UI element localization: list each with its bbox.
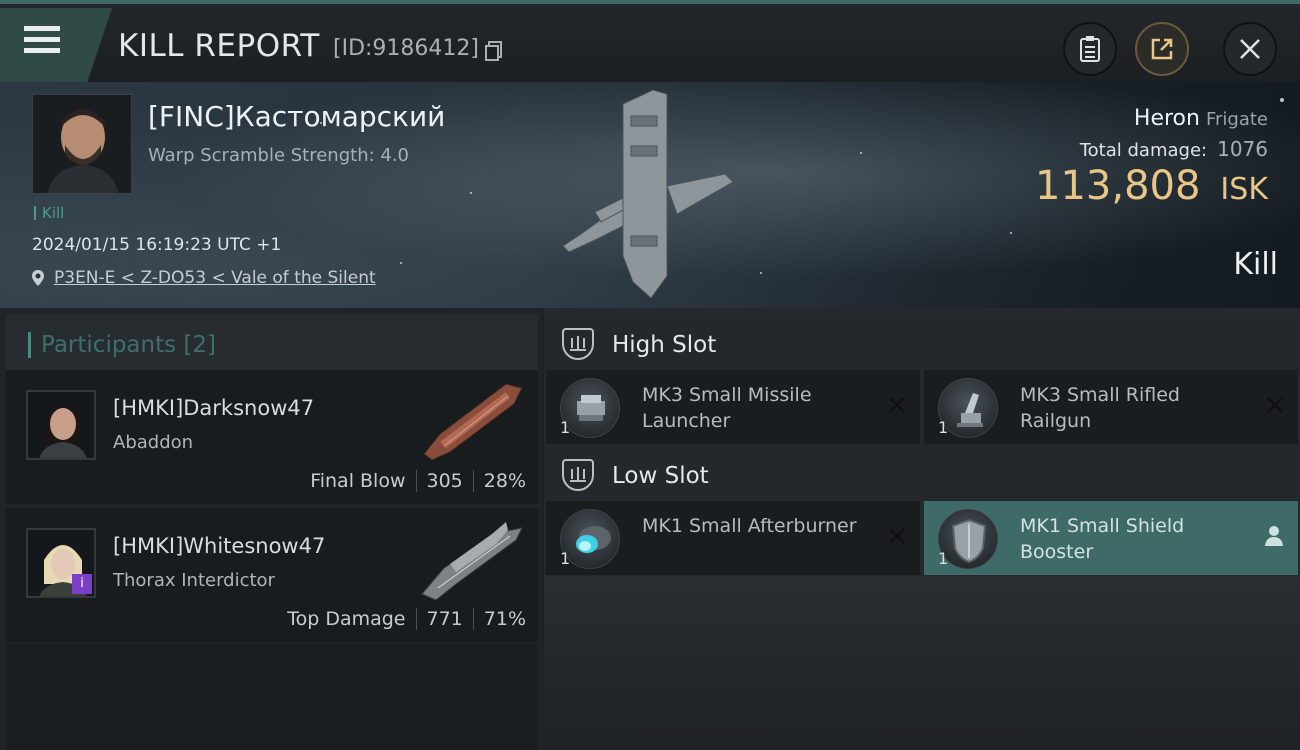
- warp-scramble-strength: Warp Scramble Strength: 4.0: [148, 145, 410, 166]
- module-count: 1: [938, 418, 949, 437]
- share-button[interactable]: [1135, 22, 1189, 76]
- participant-damage: 771: [426, 608, 463, 630]
- clipboard-icon: [1080, 36, 1100, 62]
- isk-value: 113,808: [1035, 163, 1201, 209]
- destroyed-x-icon: [889, 528, 905, 544]
- high-slot-header: High Slot: [544, 314, 1300, 370]
- module-name: MK3 Small Rifled Railgun: [1020, 384, 1180, 432]
- participant-stats: Top Damage 771 71%: [287, 608, 526, 630]
- kill-location-link[interactable]: P3EN-E < Z-DO53 < Vale of the Silent: [54, 268, 376, 288]
- fitting-empty-area: [544, 576, 1300, 750]
- module-count: 1: [560, 418, 571, 437]
- destroyed-x-icon: [889, 397, 905, 413]
- participant-name[interactable]: [HMKI]Whitesnow47: [113, 534, 325, 558]
- participants-header: Participants [2]: [6, 314, 538, 370]
- participant-row[interactable]: [HMKI]Darksnow47 Abaddon Final Blow 305 …: [6, 370, 538, 504]
- total-damage-value: 1076: [1217, 137, 1268, 161]
- participant-ship-image[interactable]: [410, 376, 530, 466]
- page-title: KILL REPORT: [118, 28, 320, 64]
- module-count: 1: [560, 549, 571, 568]
- module-name: MK1 Small Shield Booster: [1020, 515, 1185, 563]
- total-damage-label: Total damage:: [1079, 140, 1208, 161]
- module-slot[interactable]: 1 MK3 Small Rifled Railgun: [924, 370, 1298, 444]
- location-pin-icon: [32, 270, 44, 286]
- participant-role: Top Damage: [287, 608, 406, 630]
- fitting-panel: High Slot 1 MK3 Small Missile Launcher 1…: [544, 308, 1300, 750]
- participant-row[interactable]: i [HMKI]Whitesnow47 Thorax Interdictor T…: [6, 508, 538, 642]
- module-slot-selected[interactable]: 1 MK1 Small Shield Booster: [924, 501, 1298, 575]
- participant-ship: Abaddon: [113, 432, 194, 453]
- ship-class: Frigate: [1205, 109, 1268, 130]
- participant-ship: Thorax Interdictor: [113, 570, 275, 591]
- module-slot[interactable]: 1 MK3 Small Missile Launcher: [546, 370, 920, 444]
- victim-avatar[interactable]: [32, 94, 132, 194]
- close-icon: [1240, 39, 1260, 59]
- dropped-user-icon: [1265, 526, 1283, 546]
- participants-title: Participants [2]: [28, 332, 216, 358]
- module-name: MK1 Small Afterburner: [642, 515, 857, 537]
- high-slot-icon: [562, 328, 594, 360]
- ship-value-panel: Heron Frigate Total damage: 1076 113,808 IS…: [1035, 106, 1268, 209]
- victim-ship-image[interactable]: [555, 86, 745, 306]
- kill-tag: Kill: [34, 206, 64, 221]
- victim-name[interactable]: [FINC]Кастомарский: [148, 100, 445, 133]
- result-label: Kill: [1233, 247, 1278, 282]
- module-slot[interactable]: 1 MK1 Small Afterburner: [546, 501, 920, 575]
- hamburger-menu-icon[interactable]: [24, 26, 64, 60]
- participant-name[interactable]: [HMKI]Darksnow47: [113, 396, 314, 420]
- module-name: MK3 Small Missile Launcher: [642, 384, 812, 432]
- empty-participant-row: [6, 644, 538, 750]
- kill-datetime: 2024/01/15 16:19:23 UTC +1: [32, 235, 282, 255]
- module-count: 1: [938, 549, 949, 568]
- participants-count: [2]: [183, 332, 217, 358]
- participants-panel: Participants [2] [HMKI]Darksnow47 Abaddo…: [0, 308, 542, 750]
- participant-percent: 28%: [483, 470, 526, 492]
- participant-role: Final Blow: [310, 470, 406, 492]
- participant-avatar[interactable]: [26, 390, 96, 460]
- low-slot-title: Low Slot: [612, 463, 709, 489]
- participant-stats: Final Blow 305 28%: [310, 470, 526, 492]
- low-slot-header: Low Slot: [544, 445, 1300, 501]
- participant-avatar[interactable]: i: [26, 528, 96, 598]
- participant-percent: 71%: [483, 608, 526, 630]
- low-slot-icon: [562, 459, 594, 491]
- participant-damage: 305: [426, 470, 463, 492]
- participant-ship-image[interactable]: [410, 514, 530, 604]
- copy-icon[interactable]: [484, 40, 504, 62]
- top-bar: KILL REPORT [ID:9186412]: [0, 0, 1300, 82]
- share-icon: [1151, 38, 1173, 60]
- isk-unit: ISK: [1220, 172, 1268, 207]
- clipboard-button[interactable]: [1063, 22, 1117, 76]
- report-id: [ID:9186412]: [333, 36, 479, 61]
- close-button[interactable]: [1223, 22, 1277, 76]
- high-slot-title: High Slot: [612, 332, 717, 358]
- destroyed-x-icon: [1267, 397, 1283, 413]
- info-badge-icon: i: [72, 574, 92, 594]
- ship-name[interactable]: Heron: [1134, 106, 1200, 131]
- victim-summary: [FINC]Кастомарский Warp Scramble Strengt…: [0, 82, 1300, 308]
